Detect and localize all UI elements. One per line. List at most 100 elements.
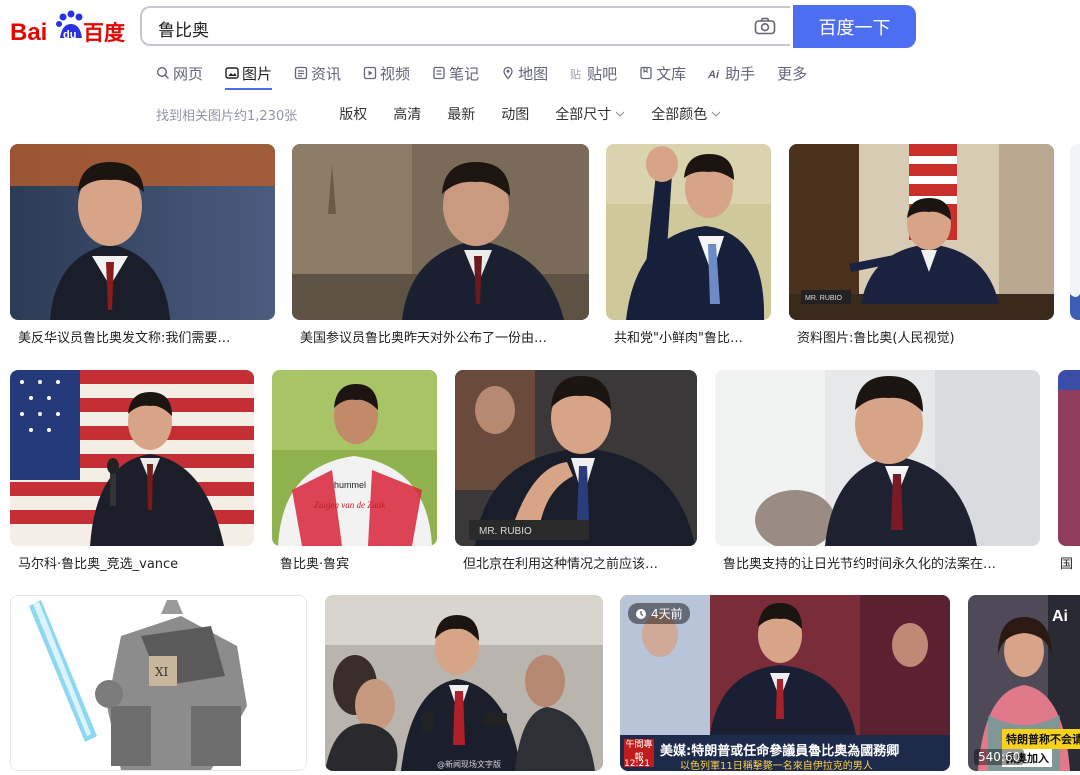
result-card[interactable]: hummel Zuigen van de Zaak 鲁比奥·鲁宾 <box>272 370 437 575</box>
result-count: 找到相关图片约1,230张 <box>156 108 298 124</box>
tab-label: 网页 <box>173 64 204 83</box>
result-card[interactable]: 4天前 午間專報 美媒:特朗普或任命參議員魯比奧為國務卿 以色列軍11日稱擊斃一… <box>620 595 950 771</box>
doc-icon <box>639 66 653 80</box>
result-thumbnail[interactable] <box>715 370 1040 546</box>
tab-label: 资讯 <box>311 64 342 83</box>
result-caption[interactable]: 共和党"小鲜肉"鲁比… <box>614 327 764 346</box>
nameplate-text: MR. RUBIO <box>479 526 532 537</box>
tab-video[interactable]: 视频 <box>363 60 410 86</box>
result-thumbnail[interactable] <box>1058 370 1080 546</box>
tab-web[interactable]: 网页 <box>156 60 203 86</box>
tab-news[interactable]: 资讯 <box>294 60 341 86</box>
logo-cn-text: 百度 <box>83 21 125 45</box>
jersey-text: Zuigen van de Zaak <box>314 500 386 510</box>
result-caption[interactable]: 但北京在利用这种情况之前应该… <box>463 553 691 572</box>
image-icon <box>225 66 239 80</box>
tab-tieba[interactable]: 贴 贴吧 <box>570 60 617 86</box>
video-icon <box>363 66 377 80</box>
result-card[interactable]: @新闻现场文字版 <box>325 595 603 771</box>
tab-label: 视频 <box>380 64 411 83</box>
result-thumbnail[interactable] <box>606 144 771 320</box>
note-icon <box>432 66 446 80</box>
clock-icon <box>636 608 646 619</box>
filter-color-label: 全部颜色 <box>651 107 708 123</box>
result-caption[interactable]: 鲁比奥·鲁宾 <box>280 553 430 572</box>
tab-label: 更多 <box>777 64 808 83</box>
filter-animated[interactable]: 动图 <box>501 104 529 124</box>
result-card[interactable] <box>1070 144 1080 349</box>
logo-du-text: du <box>63 29 76 41</box>
search-button[interactable]: 百度一下 <box>793 5 916 48</box>
filter-bar: 找到相关图片约1,230张 版权 高清 最新 动图 全部尺寸 全部颜色 <box>156 104 747 124</box>
baidu-logo[interactable]: Bai du 百度 <box>10 8 130 48</box>
filter-size-label: 全部尺寸 <box>555 107 612 123</box>
caption-banner: 特朗普称不会请 <box>1002 729 1080 749</box>
result-thumbnail[interactable]: Ai 特朗普称不会请 佩奥加入 540:60 <box>968 595 1080 771</box>
filter-copyright[interactable]: 版权 <box>339 104 367 124</box>
result-thumbnail[interactable] <box>292 144 589 320</box>
map-icon <box>501 66 515 80</box>
news-subline: 以色列軍11日稱擊斃一名來自伊拉克的男人 <box>680 761 873 771</box>
result-caption[interactable]: 国 <box>1060 553 1074 572</box>
result-thumbnail[interactable] <box>10 370 254 546</box>
result-caption[interactable]: 马尔科·鲁比奥_竞选_vance <box>18 553 248 572</box>
tab-label: 笔记 <box>449 64 480 83</box>
tab-label: 文库 <box>656 64 687 83</box>
logo-bai-text: Bai <box>10 19 47 46</box>
news-time: 12:21 <box>624 759 650 769</box>
search-box[interactable] <box>140 6 790 46</box>
tab-notes[interactable]: 笔记 <box>432 60 479 86</box>
tab-more[interactable]: 更多 <box>777 60 807 86</box>
result-thumbnail[interactable] <box>1070 144 1080 320</box>
result-caption[interactable]: 美反华议员鲁比奥发文称:我们需要… <box>18 327 268 346</box>
chevron-down-icon <box>615 111 625 117</box>
age-badge: 4天前 <box>628 603 690 624</box>
result-card[interactable]: 美反华议员鲁比奥发文称:我们需要… <box>10 144 275 349</box>
result-card[interactable]: 马尔科·鲁比奥_竞选_vance <box>10 370 254 575</box>
result-card[interactable]: MR. RUBIO 但北京在利用这种情况之前应该… <box>455 370 697 575</box>
news-banner: 午間專報 美媒:特朗普或任命參議員魯比奧為國務卿 以色列軍11日稱擊斃一名來自伊… <box>620 735 950 771</box>
tab-map[interactable]: 地图 <box>501 60 548 86</box>
result-caption[interactable]: 美国参议员鲁比奥昨天对外公布了一份由… <box>300 327 585 346</box>
result-thumbnail[interactable]: 4天前 午間專報 美媒:特朗普或任命參議員魯比奧為國務卿 以色列軍11日稱擊斃一… <box>620 595 950 771</box>
vertical-tabs: 网页 图片 资讯 视频 笔记 地图 贴 贴吧 文库 Ai 助手 更多 <box>156 60 829 90</box>
result-card[interactable]: 鲁比奥支持的让日光节约时间永久化的法案在… <box>715 370 1040 575</box>
tab-label: 图片 <box>242 64 273 83</box>
filter-color-dropdown[interactable]: 全部颜色 <box>651 104 721 124</box>
result-thumbnail[interactable]: MR. RUBIO <box>455 370 697 546</box>
result-card[interactable]: XI <box>10 595 307 771</box>
svg-text:Ai: Ai <box>708 69 720 80</box>
tab-images[interactable]: 图片 <box>225 60 273 90</box>
chevron-down-icon <box>711 111 721 117</box>
svg-text:XI: XI <box>155 665 169 679</box>
result-card[interactable]: MR. RUBIO 资料图片:鲁比奥(人民视觉) <box>789 144 1054 349</box>
video-duration: 540:60 <box>974 749 1025 765</box>
result-thumbnail[interactable]: XI <box>10 595 307 771</box>
result-caption[interactable]: 资料图片:鲁比奥(人民视觉) <box>797 327 1047 346</box>
tab-wenku[interactable]: 文库 <box>639 60 686 86</box>
filter-size-dropdown[interactable]: 全部尺寸 <box>555 104 625 124</box>
svg-text:贴: 贴 <box>570 67 581 80</box>
result-thumbnail[interactable]: MR. RUBIO <box>789 144 1054 320</box>
watermark-text: @新闻现场文字版 <box>437 759 501 769</box>
search-icon <box>156 66 170 80</box>
result-caption[interactable]: 鲁比奥支持的让日光节约时间永久化的法案在… <box>723 553 1033 572</box>
nameplate-text: MR. RUBIO <box>805 295 843 302</box>
result-card[interactable]: 美国参议员鲁比奥昨天对外公布了一份由… <box>292 144 589 349</box>
search-input[interactable] <box>156 15 720 41</box>
ai-icon: Ai <box>707 66 722 81</box>
result-thumbnail[interactable]: hummel Zuigen van de Zaak <box>272 370 437 546</box>
camera-icon[interactable] <box>754 17 776 35</box>
result-card[interactable]: Ai 特朗普称不会请 佩奥加入 540:60 <box>968 595 1080 771</box>
tab-assistant[interactable]: Ai 助手 <box>707 60 756 86</box>
jersey-sponsor-text: hummel <box>334 480 366 490</box>
tab-label: 助手 <box>725 64 756 83</box>
age-badge-label: 4天前 <box>651 607 683 621</box>
filter-latest[interactable]: 最新 <box>447 104 475 124</box>
filter-hd[interactable]: 高清 <box>393 104 421 124</box>
result-thumbnail[interactable] <box>10 144 275 320</box>
tab-label: 地图 <box>518 64 549 83</box>
result-thumbnail[interactable]: @新闻现场文字版 <box>325 595 603 771</box>
result-card[interactable]: 共和党"小鲜肉"鲁比… <box>606 144 771 349</box>
result-card[interactable]: 国 <box>1058 370 1080 575</box>
